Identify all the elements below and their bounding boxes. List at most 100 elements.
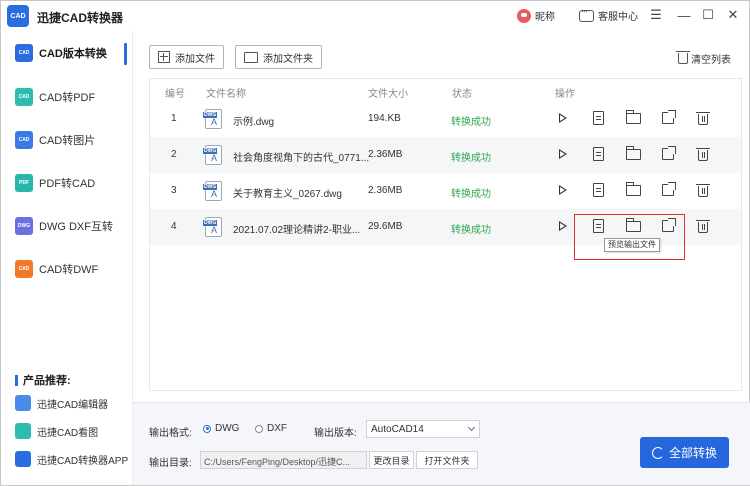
- delete-icon[interactable]: [695, 146, 711, 162]
- play-icon[interactable]: [555, 182, 571, 198]
- header-num: 编号: [165, 89, 185, 100]
- preview-tooltip: 预览输出文件: [604, 238, 660, 252]
- output-dir-field[interactable]: C:/Users/FengPing/Desktop/迅捷C...: [200, 451, 367, 469]
- delete-icon[interactable]: [695, 218, 711, 234]
- folder-open-icon[interactable]: [625, 109, 641, 126]
- delete-icon[interactable]: [695, 182, 711, 198]
- cad-version-icon: CAD: [15, 44, 33, 62]
- dwg-file-icon: [203, 217, 222, 237]
- user-label: 昵称: [535, 12, 555, 23]
- trash-icon: [676, 51, 690, 64]
- folder-open-icon[interactable]: [625, 181, 641, 198]
- open-folder-button[interactable]: 打开文件夹: [416, 451, 478, 469]
- recommend-cad-editor[interactable]: 迅捷CAD编辑器: [15, 395, 108, 411]
- play-icon[interactable]: [555, 218, 571, 234]
- play-icon[interactable]: [555, 146, 571, 162]
- format-radio-dwg[interactable]: DWG: [203, 423, 239, 434]
- sidebar-item-cad-version[interactable]: CAD CAD版本转换: [15, 44, 107, 62]
- row-name: 2021.07.02理论精讲2-职业...: [233, 225, 361, 236]
- table-header: 编号 文件名称 文件大小 状态 操作: [150, 79, 741, 101]
- preview-icon[interactable]: [590, 182, 606, 198]
- row-size: 2.36MB: [368, 185, 403, 196]
- version-value: AutoCAD14: [371, 424, 424, 435]
- header-size: 文件大小: [368, 89, 408, 100]
- row-status: 转换成功: [451, 189, 491, 200]
- row-status: 转换成功: [451, 225, 491, 236]
- row-size: 2.36MB: [368, 149, 403, 160]
- plus-icon: [158, 51, 170, 63]
- row-num: 3: [171, 185, 177, 196]
- row-num: 2: [171, 149, 177, 160]
- maximize-icon[interactable]: ☐: [701, 7, 715, 22]
- recommend-label: 迅捷CAD编辑器: [37, 399, 109, 411]
- clear-list-label: 清空列表: [691, 55, 731, 66]
- cad-editor-icon: [15, 395, 31, 411]
- recommend-cad-viewer[interactable]: 迅捷CAD看图: [15, 423, 98, 439]
- add-folder-label: 添加文件夹: [263, 53, 313, 65]
- sidebar-item-label: CAD转DWF: [39, 264, 99, 276]
- cad-to-pdf-icon: CAD: [15, 88, 33, 106]
- convert-all-label: 全部转换: [668, 446, 717, 460]
- clear-list-button[interactable]: 清空列表: [676, 51, 731, 66]
- format-radio-dxf[interactable]: DXF: [255, 423, 287, 434]
- sidebar-item-cad-to-dwf[interactable]: CAD CAD转DWF: [15, 260, 98, 278]
- folder-icon: [244, 51, 258, 63]
- row-num: 4: [171, 221, 177, 232]
- app-logo-icon: CAD: [7, 5, 29, 27]
- sidebar-item-dwg-dxf[interactable]: DWG DWG DXF互转: [15, 217, 113, 235]
- dwg-dxf-icon: DWG: [15, 217, 33, 235]
- preview-icon[interactable]: [590, 110, 606, 126]
- share-icon[interactable]: [660, 110, 676, 126]
- recommend-label: 迅捷CAD看图: [37, 427, 99, 439]
- radio-unselected-icon: [255, 424, 263, 433]
- row-name: 社会角度视角下的古代_0771...: [233, 153, 370, 164]
- refresh-icon: [651, 446, 664, 459]
- customer-service-label: 客服中心: [598, 12, 638, 23]
- play-icon[interactable]: [555, 110, 571, 126]
- share-icon[interactable]: [660, 146, 676, 162]
- row-num: 1: [171, 113, 177, 124]
- table-row[interactable]: 1 示例.dwg 194.KB 转换成功: [150, 101, 741, 137]
- change-dir-button[interactable]: 更改目录: [369, 451, 414, 469]
- preview-icon[interactable]: [590, 146, 606, 162]
- sidebar-item-label: CAD转PDF: [39, 92, 96, 104]
- sidebar-item-cad-to-image[interactable]: CAD CAD转图片: [15, 131, 95, 149]
- folder-open-icon[interactable]: [625, 145, 641, 162]
- pdf-to-cad-icon: PDF: [15, 174, 33, 192]
- convert-all-button[interactable]: 全部转换: [640, 437, 729, 468]
- menu-icon[interactable]: ☰: [649, 7, 663, 22]
- customer-service-button[interactable]: 客服中心: [579, 6, 638, 23]
- table-row[interactable]: 2 社会角度视角下的古代_0771... 2.36MB 转换成功: [150, 137, 741, 173]
- header-name: 文件名称: [206, 89, 246, 100]
- add-file-button[interactable]: 添加文件: [149, 45, 224, 69]
- cad-to-dwf-icon: CAD: [15, 260, 33, 278]
- row-name: 示例.dwg: [233, 117, 275, 128]
- delete-icon[interactable]: [695, 110, 711, 126]
- sidebar-item-label: CAD版本转换: [39, 48, 107, 60]
- format-option-label: DWG: [215, 423, 240, 434]
- row-status: 转换成功: [451, 117, 491, 128]
- sidebar-item-pdf-to-cad[interactable]: PDF PDF转CAD: [15, 174, 95, 192]
- header-ops: 操作: [555, 89, 575, 100]
- table-row[interactable]: 3 关于教育主义_0267.dwg 2.36MB 转换成功: [150, 173, 741, 209]
- minimize-icon[interactable]: —: [677, 8, 691, 23]
- cad-app-icon: [15, 451, 31, 467]
- sidebar: CAD CAD版本转换 CAD CAD转PDF CAD CAD转图片 PDF P…: [1, 31, 131, 485]
- add-folder-button[interactable]: 添加文件夹: [235, 45, 322, 69]
- row-status: 转换成功: [451, 153, 491, 164]
- sidebar-item-cad-to-pdf[interactable]: CAD CAD转PDF: [15, 88, 95, 106]
- recommend-cad-app[interactable]: 迅捷CAD转换器APP: [15, 451, 128, 467]
- share-icon[interactable]: [660, 182, 676, 198]
- chevron-down-icon: [467, 423, 476, 432]
- sidebar-item-label: CAD转图片: [39, 135, 96, 147]
- row-size: 29.6MB: [368, 221, 403, 232]
- close-icon[interactable]: ✕: [726, 7, 740, 22]
- dwg-file-icon: [203, 145, 222, 165]
- cad-viewer-icon: [15, 423, 31, 439]
- dir-label: 输出目录:: [149, 458, 192, 469]
- version-select[interactable]: AutoCAD14: [366, 420, 480, 438]
- highlight-box: [574, 214, 685, 260]
- row-name: 关于教育主义_0267.dwg: [233, 189, 342, 200]
- user-button[interactable]: 昵称: [517, 8, 555, 23]
- title-bar: CAD 迅捷CAD转换器 昵称 客服中心 ☰ — ☐ ✕: [1, 1, 749, 31]
